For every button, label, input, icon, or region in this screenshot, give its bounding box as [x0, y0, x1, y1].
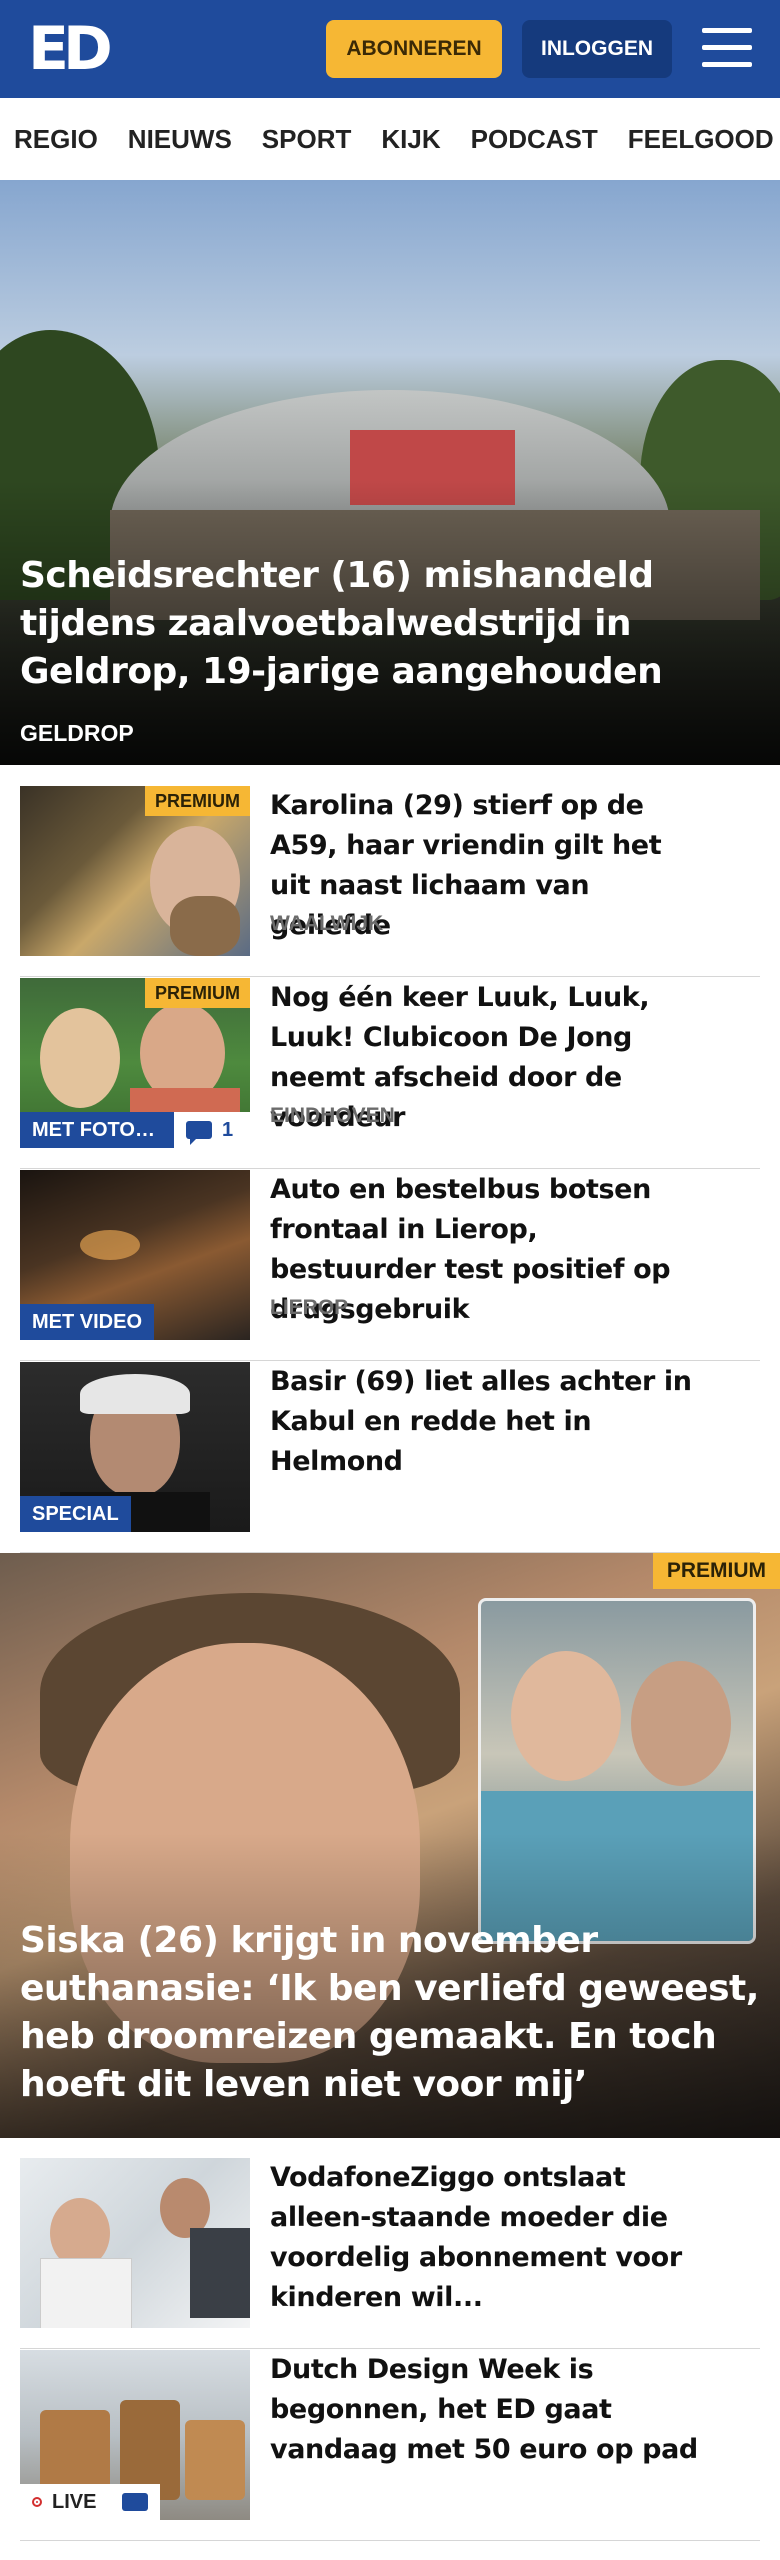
special-badge: SPECIAL	[20, 1496, 131, 1532]
article-item[interactable]: PREMIUM MET FOTOG... 1 Nog één keer Luuk…	[20, 978, 760, 1169]
feature-headline[interactable]: Siska (26) krijgt in november euthanasie…	[20, 1917, 760, 2109]
article-thumbnail[interactable]: PREMIUM	[20, 786, 250, 956]
photo-gallery-badge: MET FOTOG...	[20, 1112, 174, 1148]
article-thumbnail[interactable]: PREMIUM MET FOTOG... 1	[20, 978, 250, 1148]
section-nav: REGIO NIEUWS SPORT KIJK PODCAST FEELGOOD	[0, 98, 780, 181]
video-badge: MET VIDEO	[20, 1304, 155, 1340]
article-location: LIEROP	[270, 1296, 349, 1319]
nav-item-sport[interactable]: SPORT	[262, 98, 352, 180]
article-item[interactable]: PREMIUM Karolina (29) stierf op de A59, …	[20, 786, 760, 977]
hamburger-menu-icon[interactable]	[702, 28, 752, 70]
nav-item-regio[interactable]: REGIO	[14, 98, 98, 180]
article-item[interactable]: SPECIAL Basir (69) liet alles achter in …	[20, 1362, 760, 1553]
live-badge: LIVE	[20, 2484, 160, 2520]
ed-logo[interactable]: ED	[28, 14, 113, 84]
comment-count-badge[interactable]: 1	[174, 1112, 250, 1148]
site-header: ED ABONNEREN INLOGGEN	[0, 0, 780, 98]
article-item[interactable]: VodafoneZiggo ontslaat alleen-staande mo…	[20, 2158, 760, 2349]
article-location: EINDHOVEN	[270, 1104, 395, 1127]
article-item[interactable]: MET VIDEO Auto en bestelbus botsen front…	[20, 1170, 760, 1361]
subscribe-button[interactable]: ABONNEREN	[326, 20, 502, 78]
hero-headline[interactable]: Scheidsrechter (16) mishandeld tijdens z…	[20, 552, 720, 696]
article-item[interactable]: LIVE Dutch Design Week is begonnen, het …	[20, 2350, 760, 2541]
article-thumbnail[interactable]	[20, 2158, 250, 2328]
hero-article[interactable]: Scheidsrechter (16) mishandeld tijdens z…	[0, 180, 780, 765]
login-button[interactable]: INLOGGEN	[522, 20, 672, 78]
premium-badge: PREMIUM	[145, 978, 250, 1008]
article-headline[interactable]: VodafoneZiggo ontslaat alleen-staande mo…	[270, 2158, 700, 2318]
article-thumbnail[interactable]: LIVE	[20, 2350, 250, 2520]
nav-item-feelgood[interactable]: FEELGOOD	[628, 98, 774, 180]
nav-item-podcast[interactable]: PODCAST	[471, 98, 598, 180]
article-headline[interactable]: Basir (69) liet alles achter in Kabul en…	[270, 1362, 700, 1482]
premium-badge: PREMIUM	[652, 1553, 780, 1589]
nav-item-nieuws[interactable]: NIEUWS	[128, 98, 232, 180]
article-headline[interactable]: Dutch Design Week is begonnen, het ED ga…	[270, 2350, 700, 2470]
article-thumbnail[interactable]: SPECIAL	[20, 1362, 250, 1532]
comment-icon	[186, 1121, 212, 1145]
premium-badge: PREMIUM	[145, 786, 250, 816]
comment-icon	[122, 2493, 148, 2511]
live-indicator-icon	[32, 2497, 42, 2507]
article-thumbnail[interactable]: MET VIDEO	[20, 1170, 250, 1340]
hero-location: GELDROP	[20, 720, 134, 746]
live-label: LIVE	[52, 2491, 97, 2513]
article-location: WAALWIJK	[270, 912, 384, 935]
comment-count: 1	[222, 1119, 234, 1141]
nav-item-kijk[interactable]: KIJK	[381, 98, 440, 180]
feature-article[interactable]: PREMIUM Siska (26) krijgt in november eu…	[0, 1553, 780, 2138]
